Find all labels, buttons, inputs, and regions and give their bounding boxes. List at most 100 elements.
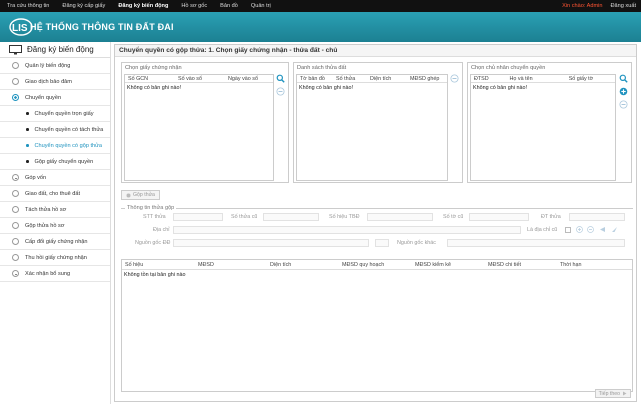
nav-item-tra-cuu[interactable]: Tra cứu thông tin bbox=[7, 3, 49, 9]
nav-item-ban-do[interactable]: Bản đồ bbox=[220, 3, 238, 9]
grid-header: Số hiệu MĐSD Diện tích MĐSD quy hoạch MĐ… bbox=[122, 260, 632, 270]
empty-message: Không có bản ghi nào! bbox=[473, 85, 527, 91]
remove-icon[interactable] bbox=[619, 100, 628, 109]
sidebar-subitem-label: Chuyển quyền trọn giấy bbox=[34, 110, 94, 117]
so-to-cu-input[interactable] bbox=[469, 213, 529, 221]
stt-thua-input[interactable] bbox=[173, 213, 223, 221]
sidebar-item-label: Chuyển quyền bbox=[25, 94, 62, 101]
sidebar-item-quan-ly-bien-dong[interactable]: Quản lý biến động bbox=[0, 58, 110, 74]
user-greeting: Xin chào: Admin bbox=[562, 3, 603, 9]
land-use-grid: Số hiệu MĐSD Diện tích MĐSD quy hoạch MĐ… bbox=[121, 259, 633, 392]
radio-icon bbox=[12, 190, 19, 197]
label-dia-chi: Địa chỉ bbox=[153, 227, 170, 233]
monitor-icon bbox=[9, 44, 22, 54]
radio-icon bbox=[12, 270, 19, 277]
so-hieu-tbd-input[interactable] bbox=[367, 213, 433, 221]
sidebar-item-thu-hoi[interactable]: Thu hồi giấy chứng nhận bbox=[0, 250, 110, 266]
logo-letters: LIS bbox=[12, 23, 28, 34]
column-header[interactable]: Số hiệu bbox=[125, 262, 143, 268]
so-thua-cu-input[interactable] bbox=[263, 213, 319, 221]
sidebar-subitem-label: Chuyển quyền có tách thửa bbox=[34, 126, 104, 133]
panel-tools bbox=[618, 74, 629, 113]
main-content: Chuyển quyền có gộp thửa: 1. Chọn giấy c… bbox=[114, 44, 637, 402]
nguon-goc-khac-input[interactable] bbox=[447, 239, 625, 247]
remove-icon[interactable] bbox=[450, 74, 459, 83]
sidebar-item-xac-nhan-bo-sung[interactable]: Xác nhận bổ sung bbox=[0, 266, 110, 282]
sidebar-item-gop-von[interactable]: Góp vốn bbox=[0, 170, 110, 186]
page-title: Chuyển quyền có gộp thửa: 1. Chọn giấy c… bbox=[115, 45, 636, 57]
nguon-goc-dd-dropdown[interactable] bbox=[375, 239, 389, 247]
remove-icon[interactable] bbox=[276, 87, 285, 96]
dia-chi-input[interactable] bbox=[173, 226, 521, 234]
column-header[interactable]: Số GCN bbox=[125, 76, 175, 82]
column-header[interactable]: Số thửa bbox=[333, 76, 367, 82]
remove-icon[interactable] bbox=[587, 226, 594, 233]
add-icon[interactable] bbox=[576, 226, 583, 233]
sidebar-item-cap-doi[interactable]: Cấp đổi giấy chứng nhận bbox=[0, 234, 110, 250]
label-nguon-goc-dd: Nguồn gốc ĐĐ bbox=[135, 240, 171, 246]
search-icon[interactable] bbox=[276, 74, 285, 83]
certificate-grid: Số GCN Số vào sổ Ngày vào sổ Không có bả… bbox=[124, 74, 274, 181]
column-header[interactable]: MĐSD quy hoạch bbox=[342, 262, 384, 268]
column-header[interactable]: MĐSD kiểm kê bbox=[415, 262, 451, 268]
sidebar-subitem-label: Chuyển quyền có gộp thửa bbox=[34, 142, 103, 149]
dt-thua-input[interactable] bbox=[569, 213, 625, 221]
fieldset-legend: Thông tin thửa gộp bbox=[125, 205, 177, 211]
label-stt-thua: STT thửa bbox=[143, 214, 166, 220]
column-header[interactable]: MĐSD bbox=[198, 262, 214, 268]
sidebar-item-label: Cấp đổi giấy chứng nhận bbox=[25, 238, 88, 245]
sidebar-subitem-gop-giay[interactable]: Gộp giấy chuyển quyền bbox=[0, 154, 110, 170]
panel-title: Chọn giấy chứng nhận bbox=[125, 65, 182, 71]
nav-item-dang-ky-cap-giay[interactable]: Đăng ký cấp giấy bbox=[62, 3, 105, 9]
sidebar-item-tach-thua-ho-so[interactable]: Tách thửa hồ sơ bbox=[0, 202, 110, 218]
column-header[interactable]: Diện tích bbox=[367, 76, 407, 82]
merge-parcels-button[interactable]: Gộp thửa bbox=[121, 190, 160, 200]
sidebar-item-label: Giao đất, cho thuê đất bbox=[25, 190, 81, 197]
bullet-icon bbox=[26, 128, 29, 131]
panel-title: Chọn chủ nhân chuyển quyền bbox=[471, 65, 546, 71]
sidebar-item-giao-dich-bao-dam[interactable]: Giao dịch bảo đảm bbox=[0, 74, 110, 90]
info-row-1: STT thửa Số thửa cũ Số hiệu TBĐ Số tờ cũ… bbox=[121, 213, 633, 223]
panel-tools bbox=[449, 74, 460, 87]
sidebar-item-gop-thua-ho-so[interactable]: Gộp thửa hồ sơ bbox=[0, 218, 110, 234]
column-header[interactable]: Ngày vào sổ bbox=[225, 76, 273, 82]
radio-icon bbox=[12, 254, 19, 261]
column-header[interactable]: MĐSD ghép bbox=[407, 76, 447, 82]
sidebar-subitem-gop-thua[interactable]: Chuyển quyền có gộp thửa bbox=[0, 138, 110, 154]
column-header[interactable]: Họ và tên bbox=[507, 76, 566, 82]
empty-message: Không có bản ghi nào! bbox=[127, 85, 181, 91]
info-row-2: Địa chỉ Là địa chỉ cũ bbox=[121, 226, 633, 236]
column-header[interactable]: MĐSD chi tiết bbox=[488, 262, 521, 268]
radio-icon bbox=[12, 174, 19, 181]
owner-grid: ĐTSD Họ và tên Số giấy tờ Không có bản g… bbox=[470, 74, 616, 181]
sidebar-item-label: Tách thửa hồ sơ bbox=[25, 206, 67, 213]
column-header[interactable]: Tờ bản đồ bbox=[297, 76, 333, 82]
column-header[interactable]: Số giấy tờ bbox=[566, 76, 615, 82]
nav-item-quan-tri[interactable]: Quản trị bbox=[251, 3, 271, 9]
sidebar-title-text: Đăng ký biến động bbox=[27, 45, 94, 54]
nguon-goc-dd-input[interactable] bbox=[173, 239, 369, 247]
header-banner: LIS HỆ THỐNG THÔNG TIN ĐẤT ĐAI bbox=[0, 12, 641, 42]
add-icon[interactable] bbox=[619, 87, 628, 96]
radio-icon bbox=[12, 206, 19, 213]
column-header[interactable]: ĐTSD bbox=[471, 76, 507, 82]
empty-message: Không có bản ghi nào! bbox=[299, 85, 353, 91]
sidebar-item-giao-dat[interactable]: Giao đất, cho thuê đất bbox=[0, 186, 110, 202]
label-so-thua-cu: Số thửa cũ bbox=[231, 214, 258, 220]
send-icon[interactable] bbox=[611, 226, 618, 233]
column-header[interactable]: Số vào sổ bbox=[175, 76, 225, 82]
column-header[interactable]: Diện tích bbox=[270, 262, 291, 268]
nav-item-dang-ky-bien-dong[interactable]: Đăng ký biến động bbox=[118, 3, 168, 9]
radio-icon bbox=[12, 222, 19, 229]
send-icon[interactable] bbox=[599, 226, 606, 233]
search-icon[interactable] bbox=[619, 74, 628, 83]
sidebar-subitem-tron-giay[interactable]: Chuyển quyền trọn giấy bbox=[0, 106, 110, 122]
sidebar-subitem-tach-thua[interactable]: Chuyển quyền có tách thửa bbox=[0, 122, 110, 138]
label-so-hieu-tbd: Số hiệu TBĐ bbox=[329, 214, 360, 220]
nav-item-ho-so-goc[interactable]: Hồ sơ gốc bbox=[181, 3, 207, 9]
sidebar-item-chuyen-quyen[interactable]: Chuyển quyền bbox=[0, 90, 110, 106]
logout-link[interactable]: Đăng xuất bbox=[611, 3, 637, 9]
la-dia-chi-cu-checkbox[interactable] bbox=[565, 227, 571, 233]
next-button[interactable]: Tiếp theo bbox=[594, 389, 631, 398]
column-header[interactable]: Thời hạn bbox=[560, 262, 582, 268]
